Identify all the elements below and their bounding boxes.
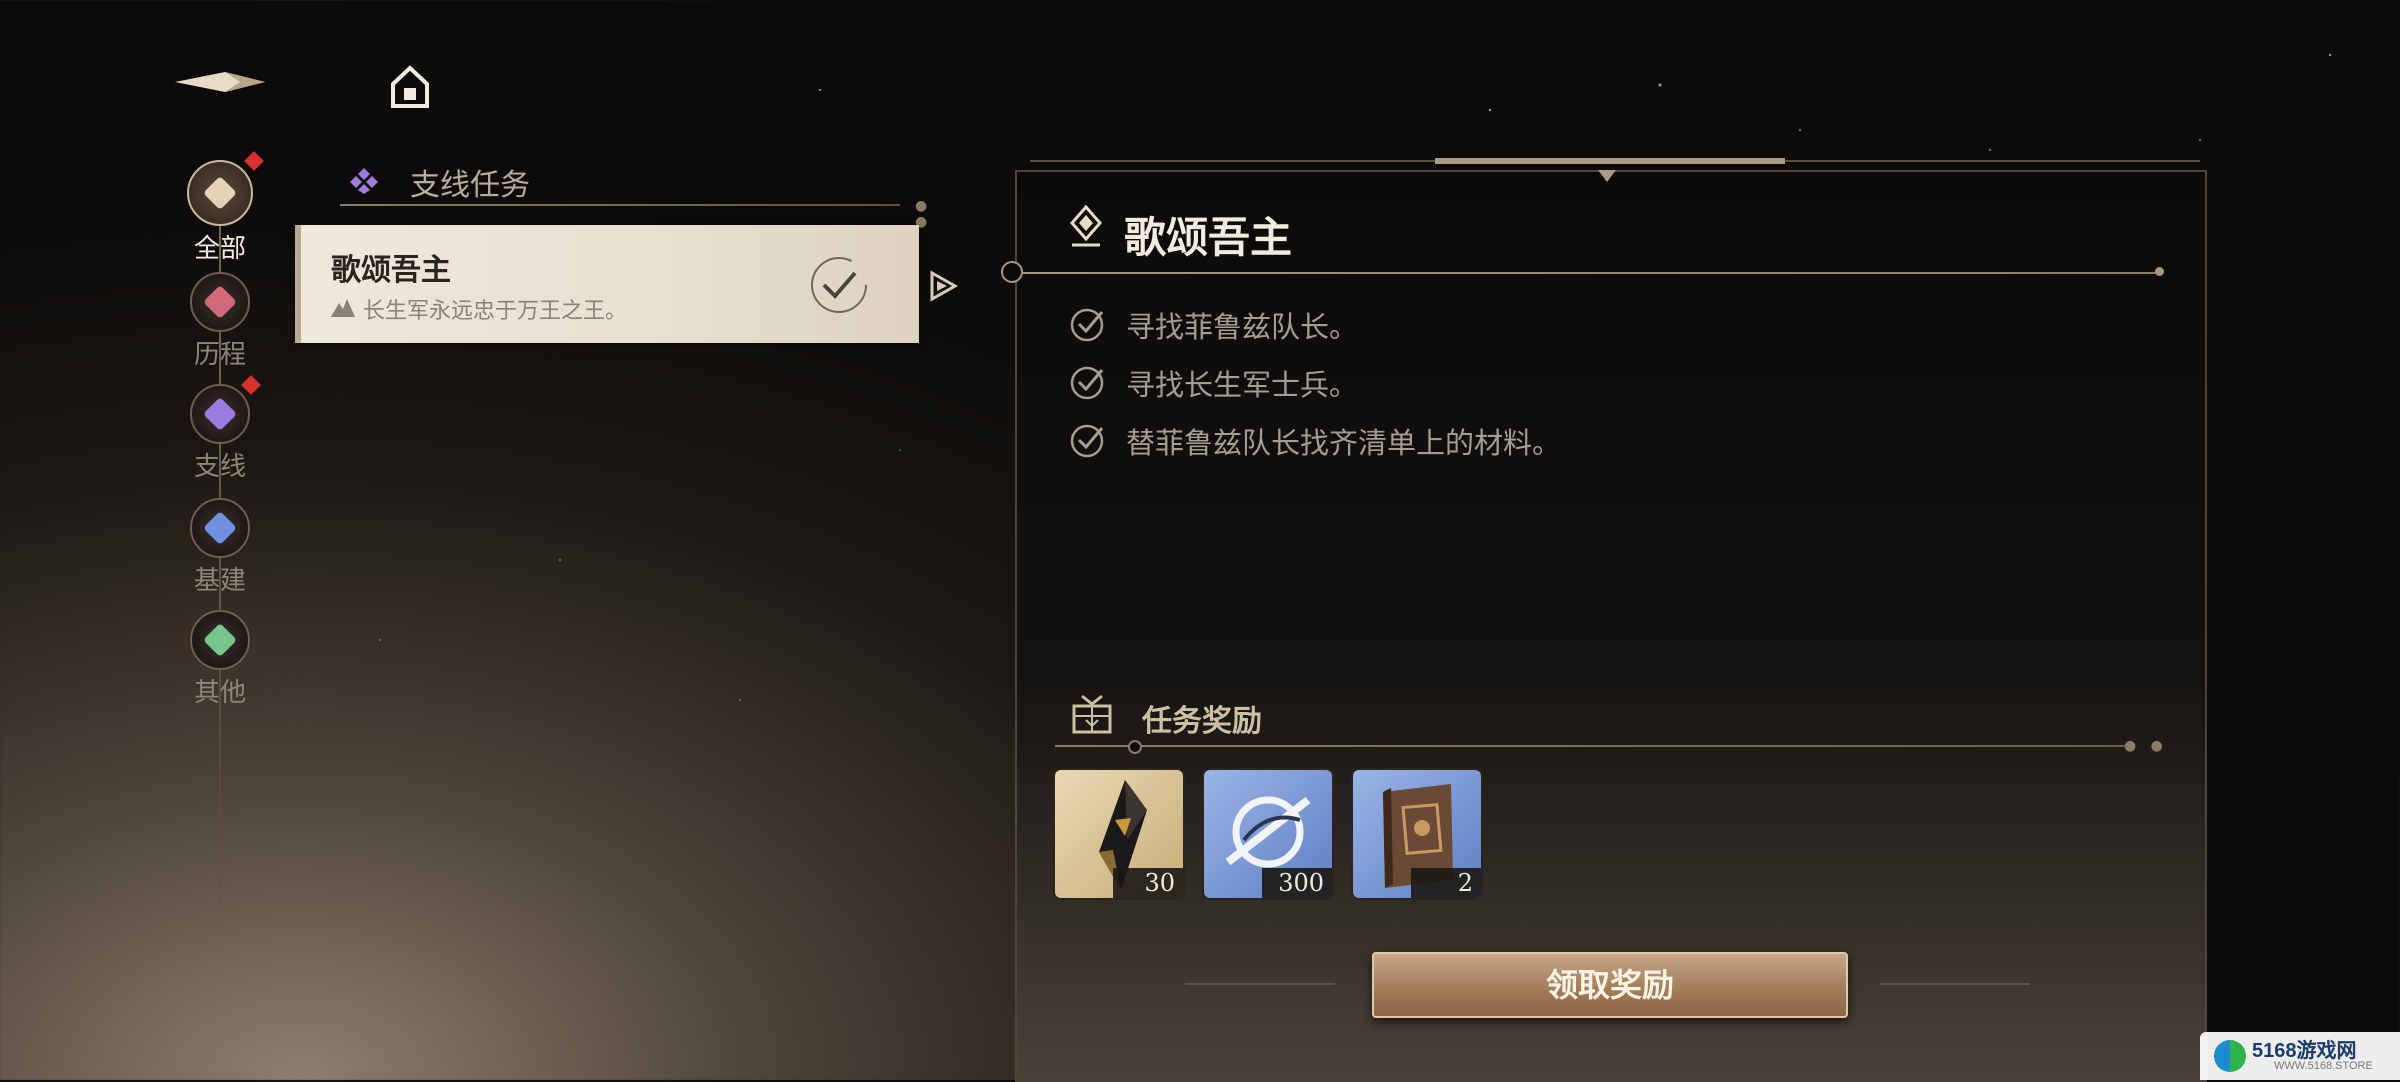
objective-check-icon: [1070, 424, 1104, 458]
objective-check-icon: [1070, 366, 1104, 400]
category-0[interactable]: 全部: [170, 151, 270, 265]
title-divider-end: [2155, 267, 2164, 276]
category-label: 历程: [193, 340, 246, 370]
mountain-icon: [331, 299, 355, 317]
category-3[interactable]: 基建: [170, 498, 270, 597]
side-quest-icon: [350, 168, 378, 194]
category-glyph: [203, 176, 237, 210]
new-badge-icon: [244, 151, 264, 171]
site-logo-icon: [2214, 1040, 2246, 1072]
category-label: 基建: [193, 566, 246, 596]
watermark-subtext: WWW.5168.STORE: [2274, 1060, 2373, 1072]
back-button[interactable]: [170, 62, 270, 102]
home-button[interactable]: [385, 62, 435, 112]
title-divider: [1012, 272, 2160, 274]
watermark-text: 5168游戏网: [2252, 1040, 2357, 1062]
section-header: 支线任务 ● ●: [340, 156, 940, 230]
objective-text: 替菲鲁兹队长找齐清单上的材料。: [1126, 426, 1562, 460]
title-divider-node: [1001, 261, 1023, 283]
category-label: 其他: [193, 678, 246, 708]
claim-rewards-button[interactable]: 领取奖励: [1372, 952, 1848, 1018]
site-watermark: 5168游戏网 WWW.5168.STORE: [2200, 1032, 2400, 1080]
section-title: 支线任务: [410, 168, 530, 203]
reward-count: 300: [1262, 868, 1332, 898]
category-label: 全部: [193, 234, 246, 264]
side-quest-icon: [190, 375, 261, 444]
quest-name: 歌颂吾主: [331, 253, 451, 288]
quest-list-item[interactable]: 歌颂吾主 长生军永远忠于万王之王。: [295, 225, 919, 343]
rewards-divider: [1055, 745, 2127, 747]
reward-item-book[interactable]: 2: [1353, 770, 1481, 898]
panel-notch: [1598, 170, 1616, 182]
category-2[interactable]: 支线: [170, 375, 270, 483]
rewards-divider-node: [1128, 740, 1142, 754]
objective-text: 寻找菲鲁兹队长。: [1126, 310, 1359, 344]
reward-box-icon: [1072, 694, 1112, 734]
category-glyph: [203, 623, 237, 657]
reward-item-crystal[interactable]: 30: [1055, 770, 1183, 898]
category-4[interactable]: 其他: [170, 610, 270, 709]
new-badge-icon: [241, 375, 261, 395]
section-divider: [340, 204, 900, 206]
other-icon: [190, 610, 250, 670]
category-label: 支线: [193, 452, 246, 482]
reward-count: 2: [1411, 868, 1481, 898]
quest-detail-title: 歌颂吾主: [1124, 213, 1293, 262]
reward-count: 30: [1113, 868, 1183, 898]
rewards-divider-dots: ● ●: [2124, 738, 2168, 754]
panel-top-tab: [1435, 158, 1785, 164]
diamond-cluster-icon: [187, 151, 264, 226]
objective-text: 寻找长生军士兵。: [1126, 368, 1359, 402]
quest-marker-icon: [1070, 205, 1102, 247]
claim-deco-right: [1880, 983, 2030, 985]
claim-deco-left: [1185, 983, 1335, 985]
quest-subtitle: 长生军永远忠于万王之王。: [363, 299, 628, 324]
objective-check-icon: [1070, 308, 1104, 342]
category-glyph: [203, 397, 237, 431]
category-glyph: [203, 285, 237, 319]
reward-item-emblem[interactable]: 300: [1204, 770, 1332, 898]
journey-icon: [190, 272, 250, 332]
category-glyph: [203, 511, 237, 545]
home-icon: [391, 65, 429, 108]
back-arrow-icon: [175, 72, 265, 92]
selected-arrow-icon: [930, 270, 958, 302]
completed-check-icon: [811, 257, 867, 313]
category-1[interactable]: 历程: [170, 272, 270, 371]
rewards-title: 任务奖励: [1142, 704, 1262, 739]
base-build-icon: [190, 498, 250, 558]
